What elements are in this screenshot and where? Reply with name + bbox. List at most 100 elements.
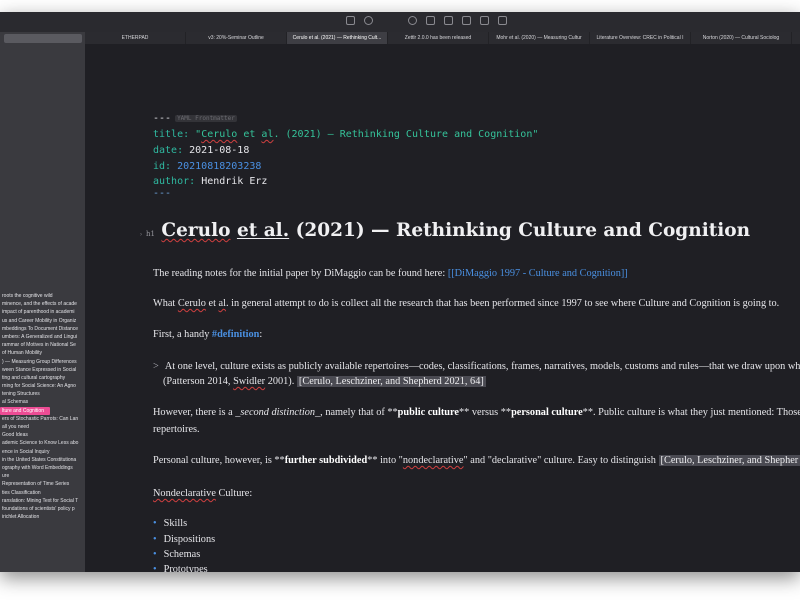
paragraph: The reading notes for the initial paper … (153, 268, 628, 279)
bullet-icon: • (153, 534, 157, 545)
file-item[interactable]: in the United States Constitutiona (0, 456, 85, 464)
list-item: • Skills (153, 518, 187, 529)
blockquote-line: > At one level, culture exists as publicl… (153, 361, 800, 372)
tab-bar: ETHERPAD v3: 20%-Seminar Outline Cerulo … (85, 32, 800, 44)
paragraph-text: Culture: (215, 488, 253, 499)
paragraph-text: : (259, 329, 263, 340)
bullet-icon: • (153, 549, 157, 560)
link-icon[interactable] (426, 16, 435, 25)
frontmatter-author-line: author: Hendrik Erz (153, 176, 267, 187)
title-rest: . (2021) — Rethinking Culture and Cognit… (273, 129, 539, 140)
file-item[interactable]: minence, and the effects of acade (0, 300, 85, 308)
expand-icon[interactable] (498, 16, 507, 25)
file-item[interactable]: rning for Social Science: An Agno (0, 382, 85, 390)
file-item[interactable]: umbers: A Generalized and Lingui (0, 333, 85, 341)
misspelled-word: al (218, 298, 226, 309)
file-item[interactable]: all you need (0, 423, 85, 431)
frontmatter-key: title: (153, 129, 190, 140)
file-list: roots the cognitive wild minence, and th… (0, 292, 85, 521)
frontmatter-hint: YAML Frontmatter (175, 114, 237, 122)
frontmatter-end: --- (153, 188, 171, 199)
file-item[interactable]: ers of Stochastic Parrots: Can Lan (0, 415, 85, 423)
frontmatter-title-value: "Cerulo et al. (2021) — Rethinking Cultu… (195, 129, 538, 140)
file-item[interactable]: ography with Word Embeddings (0, 464, 85, 472)
list-item-text: Schemas (163, 549, 201, 560)
file-item[interactable]: ranslation: Mining Text for Social T (0, 497, 85, 505)
file-item[interactable]: tening Structures (0, 390, 85, 398)
file-item[interactable]: al Schemas (0, 398, 85, 406)
tab-etherpad[interactable]: ETHERPAD (85, 32, 186, 44)
blockquote-line: (Patterson 2014, Swidler 2001). [Cerulo,… (163, 376, 486, 387)
blockquote-marker: > (153, 361, 159, 372)
list-item-text: Skills (163, 518, 188, 529)
paragraph-text: . in general attempt to do is collect al… (225, 298, 780, 309)
file-item[interactable]: ence in Social Inquiry (0, 448, 85, 456)
list-item-text: Dispositions (163, 534, 216, 545)
wiki-link[interactable]: [[DiMaggio 1997 - Culture and Cognition]… (448, 268, 628, 279)
frontmatter-title-line: title: "Cerulo et al. (2021) — Rethinkin… (153, 129, 538, 140)
citation[interactable]: [Cerulo, Leschziner, and Shepher (658, 455, 800, 466)
heading-level-marker: h1 (146, 230, 155, 238)
word: et (243, 129, 256, 140)
eye-icon[interactable] (364, 16, 373, 25)
paragraph-text: Personal culture, however, is ** (153, 455, 285, 466)
misspelled-word: Swidler (233, 376, 266, 387)
file-item[interactable]: of Human Mobility (0, 349, 85, 357)
frontmatter-key: id: (153, 161, 172, 172)
word: et (208, 298, 216, 309)
file-item[interactable]: ure (0, 472, 85, 480)
hashtag[interactable]: #definition (212, 329, 260, 340)
list-item: • Dispositions (153, 534, 215, 545)
paragraph: However, there is a _second distinction_… (153, 407, 800, 418)
frontmatter-date-line: date: 2021-08-18 (153, 145, 249, 156)
misspelled-word: nondeclarative (402, 455, 464, 466)
blockquote-text: 2001). (267, 376, 295, 387)
misspelled-word: Cerulo (201, 129, 238, 140)
frontmatter-author-value: Hendrik Erz (201, 176, 268, 187)
file-item[interactable]: mbeddings To Document Distance (0, 325, 85, 333)
blockquote-text: (Patterson 2014, (163, 376, 231, 387)
file-item[interactable]: irichlet Allocation (0, 513, 85, 521)
file-item[interactable]: ting and cultural cartography (0, 374, 85, 382)
file-item[interactable]: roots the cognitive wild (0, 292, 85, 300)
frontmatter-start: --- YAML Frontmatter (153, 113, 237, 124)
citation[interactable]: [Cerulo, Leschziner, and Shepherd 2021, … (296, 376, 486, 387)
image-icon[interactable] (444, 16, 453, 25)
frontmatter-dashes: --- (153, 188, 172, 199)
file-item[interactable]: ween Stance Expressed in Social (0, 366, 85, 374)
paragraph-text: The reading notes for the initial paper … (153, 268, 446, 279)
file-item[interactable]: foundations of scientists' policy p (0, 505, 85, 513)
table-icon[interactable] (462, 16, 471, 25)
checkbox-icon[interactable] (480, 16, 489, 25)
misspelled-word: Nondeclarative (153, 488, 216, 499)
tab-literature-overview[interactable]: Literature Overview: CREC in Political I (590, 32, 691, 44)
file-item[interactable]: impact of parenthood in academi (0, 308, 85, 316)
file-item[interactable]: rammar of Motives in National Se (0, 341, 85, 349)
tab-zettlr-release[interactable]: Zettlr 2.0.0 has been released (388, 32, 489, 44)
tab-norton[interactable]: Norton (2020) — Cultural Sociolog (691, 32, 792, 44)
heading-rest: (2021) — Rethinking Culture and Cognitio… (295, 220, 751, 241)
list-item: • Schemas (153, 549, 200, 560)
tab-cerulo-active[interactable]: Cerulo et al. (2021) — Rethinking Cult..… (287, 32, 388, 44)
undo-icon[interactable] (408, 16, 417, 25)
file-item[interactable]: us and Career Mobility in Organiz (0, 317, 85, 325)
file-item[interactable]: ) — Measuring Group Differences (0, 358, 85, 366)
paragraph-text: What (153, 298, 176, 309)
bullet-icon: • (153, 518, 157, 529)
fold-chevron-icon[interactable]: › (140, 232, 142, 238)
file-item-active[interactable]: lture and Cognition (0, 406, 50, 415)
paragraph: First, a handy #definition: (153, 329, 262, 340)
file-item[interactable]: ties Classification (0, 489, 85, 497)
sidebar-search-input[interactable] (4, 34, 82, 43)
misspelled-word: Cerulo (161, 220, 231, 241)
blockquote-text: At one level, culture exists as publicly… (164, 361, 800, 372)
preview-icon[interactable] (346, 16, 355, 25)
markdown-editor[interactable]: --- YAML Frontmatter title: "Cerulo et al… (85, 44, 800, 572)
file-item[interactable]: ademic Science to Know Less abo (0, 439, 85, 447)
tab-mohr[interactable]: Mohr et al. (2020) — Measuring Cultur (489, 32, 590, 44)
file-item[interactable]: Representation of Time Series (0, 480, 85, 488)
file-item[interactable]: Good Ideas (0, 431, 85, 439)
paragraph: What Cerulo et al. in general attempt to… (153, 298, 779, 309)
paragraph-text: ** versus ** (459, 407, 512, 418)
tab-seminar-outline[interactable]: v3: 20%-Seminar Outline (186, 32, 287, 44)
